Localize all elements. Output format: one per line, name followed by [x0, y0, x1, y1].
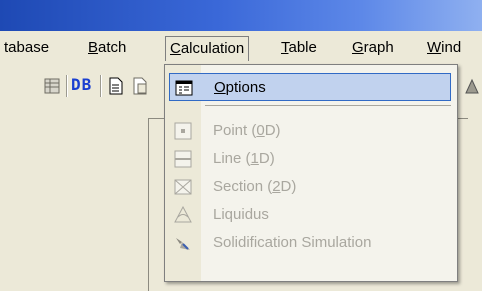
- menu-item-solidification-simulation[interactable]: Solidification Simulation: [169, 229, 451, 257]
- title-bar: [0, 0, 482, 31]
- menu-table[interactable]: Table: [277, 37, 321, 59]
- menu-item-section-2d[interactable]: Section (2D): [169, 173, 451, 201]
- menu-graph-label: raph: [363, 39, 394, 56]
- menu-batch-label: atch: [98, 39, 127, 56]
- menu-graph[interactable]: Graph: [348, 37, 398, 59]
- menu-item-line-label: Line (1D): [213, 150, 275, 167]
- point-icon: [174, 122, 192, 140]
- solidification-icon: [176, 238, 190, 250]
- section-icon: [174, 179, 192, 195]
- menu-table-label: able: [288, 39, 317, 56]
- menu-batch[interactable]: Batch: [84, 37, 130, 59]
- menu-calculation[interactable]: Calculation: [165, 36, 250, 61]
- menu-item-liquidus[interactable]: Liquidus: [169, 201, 451, 229]
- graph-tool-icon[interactable]: [464, 77, 480, 95]
- menu-bar: tabase Batch Calculation Table Graph Win…: [0, 31, 482, 65]
- copy-document-icon[interactable]: [132, 77, 148, 95]
- menu-calculation-label: alculation: [180, 40, 245, 57]
- menu-item-options-label: Options: [214, 79, 266, 96]
- menu-item-line-1d[interactable]: Line (1D): [169, 145, 451, 173]
- menu-item-solidification-label: Solidification Simulation: [213, 234, 372, 251]
- menu-batch-mnemonic: B: [88, 39, 99, 56]
- menu-item-point-0d[interactable]: Point (0D): [169, 117, 451, 145]
- line-icon: [174, 150, 192, 168]
- panel-border: [148, 118, 149, 291]
- document-icon[interactable]: [108, 77, 124, 95]
- menu-item-liquidus-label: Liquidus: [213, 206, 269, 223]
- menu-item-options[interactable]: Options: [169, 73, 451, 101]
- menu-window-label: ind: [441, 39, 462, 56]
- menu-separator: [205, 105, 451, 106]
- database-grid-icon[interactable]: [44, 77, 60, 95]
- db-button[interactable]: DB: [71, 75, 92, 94]
- menu-table-mnemonic: T: [281, 39, 289, 56]
- menu-item-section-label: Section (2D): [213, 178, 297, 195]
- menu-calculation-mnemonic: C: [170, 40, 181, 57]
- menu-window[interactable]: Wind: [423, 37, 465, 59]
- options-icon: [175, 80, 193, 96]
- menu-item-point-label: Point (0D): [213, 122, 281, 139]
- liquidus-icon: [174, 206, 192, 223]
- calculation-dropdown: Options Point (0D) Line (1D) Section (2D…: [164, 64, 458, 282]
- menu-database[interactable]: tabase: [0, 37, 53, 59]
- toolbar-separator: [66, 75, 68, 97]
- menu-window-mnemonic: W: [427, 39, 442, 56]
- menu-database-label: tabase: [4, 39, 50, 56]
- menu-graph-mnemonic: G: [352, 39, 364, 56]
- toolbar-separator: [100, 75, 102, 97]
